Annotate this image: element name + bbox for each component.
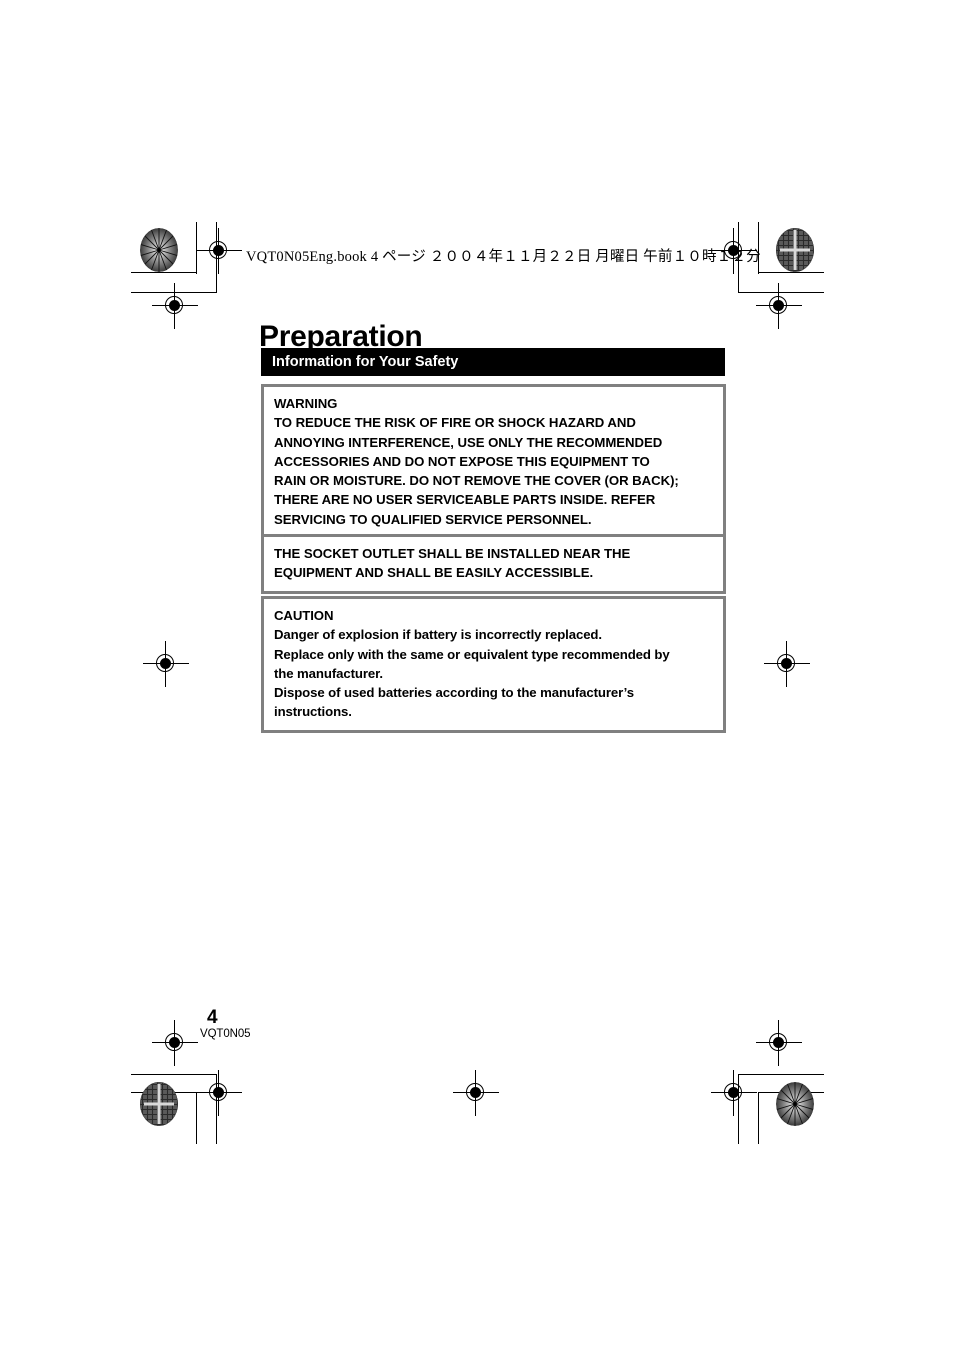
crop-mark-icon bbox=[738, 292, 824, 293]
warning-line-6: SERVICING TO QUALIFIED SERVICE PERSONNEL… bbox=[274, 511, 592, 527]
crop-mark-icon bbox=[131, 1074, 217, 1075]
registration-crosshair-icon bbox=[152, 283, 198, 329]
section-heading-bar: Information for Your Safety bbox=[261, 348, 725, 376]
warning-heading: WARNING bbox=[274, 396, 338, 411]
halftone-density-target-icon bbox=[140, 228, 178, 272]
caution-line-5: instructions. bbox=[274, 704, 352, 720]
halftone-density-target-icon bbox=[776, 228, 814, 272]
halftone-density-target-icon bbox=[776, 1082, 814, 1126]
page-number: 4 bbox=[207, 1007, 218, 1028]
warning-line-5: THERE ARE NO USER SERVICEABLE PARTS INSI… bbox=[274, 492, 656, 508]
crop-mark-icon bbox=[738, 1074, 739, 1144]
socket-line-1: THE SOCKET OUTLET SHALL BE INSTALLED NEA… bbox=[274, 546, 631, 561]
crop-mark-icon bbox=[758, 1092, 824, 1093]
file-header-line: VQT0N05Eng.book 4 ページ ２００４年１１月２２日 月曜日 午前… bbox=[246, 249, 761, 265]
caution-heading: CAUTION bbox=[274, 608, 334, 623]
crop-mark-icon bbox=[738, 1074, 824, 1075]
registration-crosshair-icon bbox=[453, 1070, 499, 1116]
model-code-label: VQT0N05 bbox=[200, 1028, 251, 1040]
warning-line-2: ANNOYING INTERFERENCE, USE ONLY THE RECO… bbox=[274, 434, 663, 450]
crop-mark-icon bbox=[131, 1092, 197, 1093]
caution-line-1: Danger of explosion if battery is incorr… bbox=[274, 627, 602, 643]
crop-mark-icon bbox=[131, 292, 217, 293]
registration-crosshair-icon bbox=[711, 1070, 757, 1116]
registration-crosshair-icon bbox=[196, 1070, 242, 1116]
registration-crosshair-icon bbox=[196, 228, 242, 274]
caution-line-2: Replace only with the same or equivalent… bbox=[274, 646, 670, 662]
crop-mark-icon bbox=[758, 1092, 759, 1144]
crop-mark-icon bbox=[196, 1092, 197, 1144]
registration-crosshair-icon bbox=[756, 1020, 802, 1066]
crop-mark-icon bbox=[131, 272, 197, 273]
registration-crosshair-icon bbox=[143, 641, 189, 687]
warning-notice-box: WARNING TO REDUCE THE RISK OF FIRE OR SH… bbox=[261, 384, 726, 541]
registration-crosshair-icon bbox=[764, 641, 810, 687]
registration-crosshair-icon bbox=[756, 283, 802, 329]
crop-mark-icon bbox=[758, 272, 824, 273]
socket-line-2: EQUIPMENT AND SHALL BE EASILY ACCESSIBLE… bbox=[274, 565, 594, 581]
warning-line-1: TO REDUCE THE RISK OF FIRE OR SHOCK HAZA… bbox=[274, 415, 636, 431]
caution-line-3: the manufacturer. bbox=[274, 665, 383, 681]
warning-line-3: ACCESSORIES AND DO NOT EXPOSE THIS EQUIP… bbox=[274, 453, 650, 469]
section-heading-label: Information for Your Safety bbox=[272, 354, 459, 370]
socket-outlet-notice-box: THE SOCKET OUTLET SHALL BE INSTALLED NEA… bbox=[261, 534, 726, 594]
caution-line-4: Dispose of used batteries according to t… bbox=[274, 685, 634, 701]
registration-crosshair-icon bbox=[152, 1020, 198, 1066]
halftone-density-target-icon bbox=[140, 1082, 178, 1126]
crop-mark-icon bbox=[196, 222, 197, 274]
crop-mark-icon bbox=[216, 222, 217, 292]
warning-line-4: RAIN OR MOISTURE. DO NOT REMOVE THE COVE… bbox=[274, 473, 679, 489]
caution-notice-box: CAUTION Danger of explosion if battery i… bbox=[261, 596, 726, 733]
crop-mark-icon bbox=[216, 1074, 217, 1144]
